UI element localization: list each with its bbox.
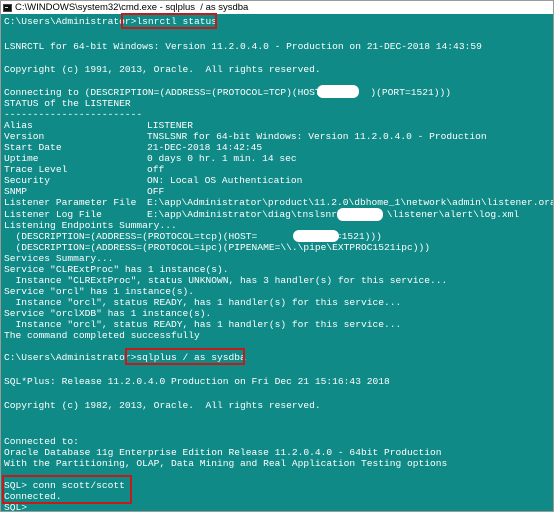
endpoints-header: Listening Endpoints Summary... <box>4 220 177 231</box>
services-line: The command completed successfully <box>4 330 200 341</box>
status-value: OFF <box>147 186 165 197</box>
status-key: Listener Log File <box>4 209 102 220</box>
connecting-line: Connecting to (DESCRIPTION=(ADDRESS=(PRO… <box>4 87 451 98</box>
services-line: Instance "CLRExtProc", status UNKNOWN, h… <box>4 275 448 286</box>
status-key: Alias <box>4 120 33 131</box>
sql-prompt[interactable]: SQL> <box>4 502 28 512</box>
highlight-box-sqlplus <box>125 348 245 365</box>
divider: ------------------------ <box>4 109 143 120</box>
status-value: LISTENER <box>147 120 194 131</box>
status-key: Start Date <box>4 142 62 153</box>
services-line: Instance "orcl", status READY, has 1 han… <box>4 297 402 308</box>
sqlplus-banner: SQL*Plus: Release 11.2.0.4.0 Production … <box>4 376 390 387</box>
log-path-b: \listener\alert\log.xml <box>386 209 520 220</box>
status-key: Trace Level <box>4 164 68 175</box>
status-header: STATUS of the LISTENER <box>4 98 131 109</box>
services-line: Service "CLRExtProc" has 1 instance(s). <box>4 264 229 275</box>
status-key: Version <box>4 131 45 142</box>
status-value: 0 days 0 hr. 1 min. 14 sec <box>147 153 297 164</box>
status-value: E:\app\Administrator\product\11.2.0\dbho… <box>147 197 554 208</box>
status-value: ON: Local OS Authentication <box>147 175 303 186</box>
cmd-window[interactable]: C:\WINDOWS\system32\cmd.exe - sqlplus / … <box>0 0 554 512</box>
cmd-icon <box>3 3 12 12</box>
copyright-line: Copyright (c) 1982, 2013, Oracle. All ri… <box>4 400 321 411</box>
redaction-blot <box>293 230 339 242</box>
lsnrctl-banner: LSNRCTL for 64-bit Windows: Version 11.2… <box>4 41 482 52</box>
services-line: Services Summary... <box>4 253 114 264</box>
connected-line: Oracle Database 11g Enterprise Edition R… <box>4 447 442 458</box>
services-line: Service "orclXDB" has 1 instance(s). <box>4 308 212 319</box>
connecting-port: )(PORT=1521))) <box>370 87 452 98</box>
status-key: Listener Parameter File <box>4 197 137 208</box>
connected-line: Connected to: <box>4 436 79 447</box>
status-value: off <box>147 164 165 175</box>
log-path-a: E:\app\Administrator\diag\tnslsnr\ <box>147 209 343 220</box>
copyright-line: Copyright (c) 1991, 2013, Oracle. All ri… <box>4 64 321 75</box>
status-value: 21-DEC-2018 14:42:45 <box>147 142 263 153</box>
title-bar[interactable]: C:\WINDOWS\system32\cmd.exe - sqlplus / … <box>1 1 553 14</box>
console-output[interactable]: C:\Users\Administrator>lsnrctl status LS… <box>1 13 554 512</box>
connecting-text: Connecting to (DESCRIPTION=(ADDRESS=(PRO… <box>4 87 327 98</box>
redaction-blot <box>317 85 359 98</box>
status-key: Uptime <box>4 153 39 164</box>
highlight-box-lsnrctl <box>121 13 217 29</box>
status-value: E:\app\Administrator\diag\tnslsnr\ \liste… <box>147 209 519 220</box>
highlight-box-conn <box>2 475 132 504</box>
sql-prompt-text: SQL> <box>4 502 28 512</box>
connected-line: With the Partitioning, OLAP, Data Mining… <box>4 458 448 469</box>
prompt: C:\Users\Administrator> <box>4 352 137 363</box>
status-key: SNMP <box>4 186 28 197</box>
services-line: Instance "orcl", status READY, has 1 han… <box>4 319 402 330</box>
endpoint-ipc: (DESCRIPTION=(ADDRESS=(PROTOCOL=ipc)(PIP… <box>4 242 431 253</box>
services-line: Service "orcl" has 1 instance(s). <box>4 286 194 297</box>
status-value: TNSLSNR for 64-bit Windows: Version 11.2… <box>147 131 487 142</box>
status-key: Security <box>4 175 51 186</box>
prompt: C:\Users\Administrator> <box>4 16 137 27</box>
redaction-blot <box>337 208 383 221</box>
endpoint-text: (DESCRIPTION=(ADDRESS=(PROTOCOL=tcp)(HOS… <box>4 231 258 242</box>
